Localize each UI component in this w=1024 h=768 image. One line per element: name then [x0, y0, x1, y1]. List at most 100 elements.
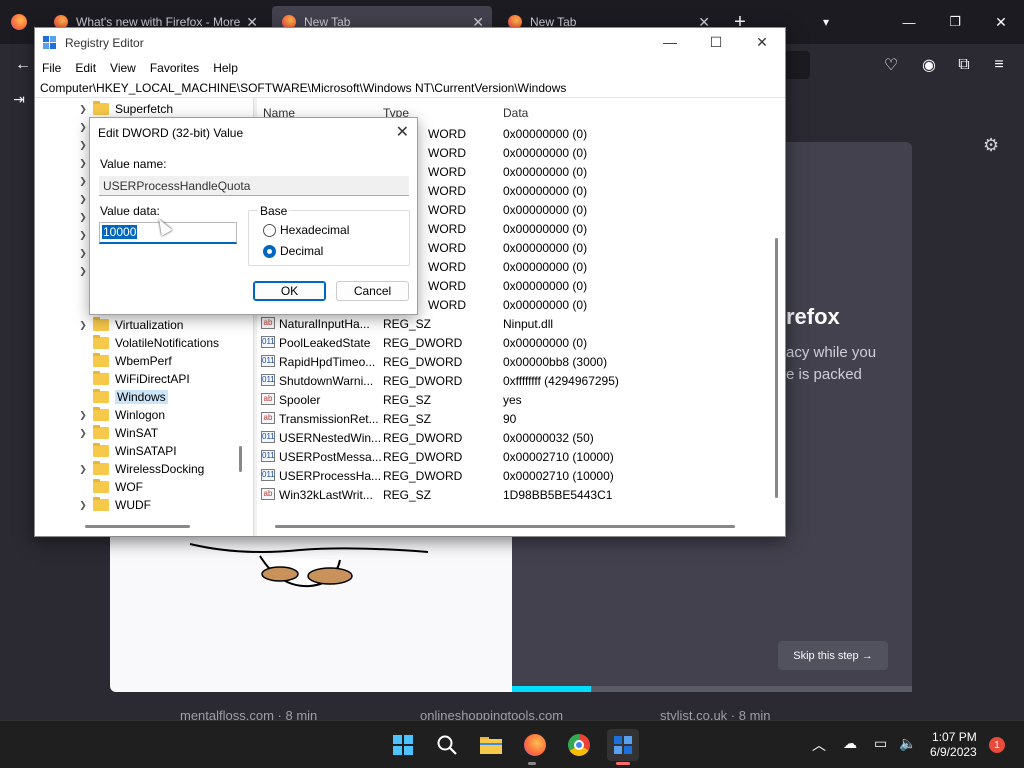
table-row[interactable]: ab Spooler REG_SZ yes [257, 391, 777, 410]
tree-item-winlogon[interactable]: ❯ Winlogon [35, 406, 165, 424]
onedrive-icon[interactable]: ☁ [843, 735, 857, 752]
menu-favorites[interactable]: Favorites [143, 61, 206, 75]
table-row[interactable]: ab TransmissionRet... REG_SZ 90 [257, 410, 777, 429]
onboarding-progress-track [591, 686, 912, 692]
tree-item-wudf[interactable]: ❯ WUDF [35, 496, 151, 514]
gear-icon[interactable]: ⚙ [983, 135, 999, 156]
table-row[interactable]: ab Win32kLastWrit... REG_SZ 1D98BB5BE5443C1 [257, 486, 777, 505]
value-data: 0x00000000 (0) [503, 241, 588, 255]
pocket-icon[interactable]: ♡ [880, 54, 902, 76]
value-data: Ninput.dll [503, 317, 554, 331]
close-window-button[interactable]: ✕ [739, 28, 785, 56]
start-button[interactable] [389, 731, 417, 759]
clock[interactable]: 1:07 PM 6/9/2023 [930, 730, 977, 760]
onboarding-subtitle-line: acy while you [786, 344, 877, 361]
cancel-button[interactable]: Cancel [336, 281, 409, 301]
folder-icon [93, 407, 109, 421]
chevron-right-icon[interactable]: ❯ [75, 500, 91, 511]
extensions-icon[interactable]: ⧉ [953, 54, 975, 76]
value-data-text: 10000 [102, 225, 138, 239]
tree-item-volatilenotifications[interactable]: VolatileNotifications [35, 334, 219, 352]
address-bar[interactable]: Computer\HKEY_LOCAL_MACHINE\SOFTWARE\Mic… [35, 78, 785, 98]
volume-icon[interactable]: 🔈 [899, 735, 916, 752]
radio-checked-icon [263, 244, 276, 258]
tree-horizontal-scrollbar[interactable] [85, 525, 190, 528]
values-horizontal-scrollbar[interactable] [275, 525, 735, 528]
chrome-taskbar-button[interactable] [565, 731, 593, 759]
registry-editor-app-icon [43, 36, 57, 50]
value-data: 0x00000032 (50) [503, 431, 594, 445]
list-all-tabs-icon[interactable]: ▾ [815, 11, 837, 33]
column-header-data[interactable]: Data [503, 102, 528, 124]
decimal-radio[interactable]: Decimal [263, 244, 323, 258]
table-row[interactable]: ab NaturalInputHa... REG_SZ Ninput.dll [257, 315, 777, 334]
registry-editor-titlebar[interactable]: Registry Editor — ☐ ✕ [35, 28, 785, 58]
value-type: REG_DWORD [383, 469, 463, 483]
table-row[interactable]: 011 ShutdownWarni... REG_DWORD 0xffffffff (… [257, 372, 777, 391]
values-vertical-scrollbar[interactable] [775, 238, 778, 498]
menu-edit[interactable]: Edit [68, 61, 103, 75]
search-icon [437, 735, 457, 755]
table-row[interactable]: 011 USERPostMessa... REG_DWORD 0x00002710 (… [257, 448, 777, 467]
chevron-right-icon[interactable]: ❯ [75, 410, 91, 421]
minimize-button[interactable]: — [647, 28, 693, 56]
value-data: 0x00000000 (0) [503, 165, 588, 179]
tree-item-superfetch[interactable]: ❯ Superfetch [35, 100, 173, 118]
hexadecimal-radio[interactable]: Hexadecimal [263, 223, 349, 237]
menu-view[interactable]: View [103, 61, 143, 75]
value-name-field[interactable]: USERProcessHandleQuota [99, 176, 409, 196]
search-button[interactable] [433, 731, 461, 759]
value-name: Win32kLastWrit... [279, 488, 373, 502]
value-type: REG_SZ [383, 488, 432, 502]
value-data: 0x00000bb8 (3000) [503, 355, 608, 369]
folder-icon [93, 371, 109, 385]
value-data: yes [503, 393, 522, 407]
clock-time: 1:07 PM [932, 730, 977, 744]
chevron-right-icon[interactable]: ❯ [75, 428, 91, 439]
network-icon[interactable]: ▭ [874, 735, 887, 752]
tree-item-winsatapi[interactable]: WinSATAPI [35, 442, 177, 460]
registry-editor-taskbar-button[interactable] [607, 729, 639, 761]
folder-icon [93, 317, 109, 331]
close-window-button[interactable]: ✕ [990, 11, 1012, 33]
tree-item-wirelessdocking[interactable]: ❯ WirelessDocking [35, 460, 204, 478]
tree-item-windows[interactable]: Windows [35, 388, 168, 406]
app-menu-icon[interactable]: ≡ [988, 54, 1010, 76]
value-data: 0x00000000 (0) [503, 127, 588, 141]
table-row[interactable]: 011 USERNestedWin... REG_DWORD 0x00000032 (… [257, 429, 777, 448]
menu-file[interactable]: File [35, 61, 68, 75]
table-row[interactable]: 011 PoolLeakedState REG_DWORD 0x00000000 (0… [257, 334, 777, 353]
maximize-button[interactable]: ☐ [693, 28, 739, 56]
value-name: USERNestedWin... [279, 431, 382, 445]
back-icon[interactable]: ← [12, 54, 34, 76]
chevron-right-icon[interactable]: ❯ [75, 320, 91, 331]
maximize-button[interactable]: ❐ [944, 11, 966, 33]
chevron-right-icon[interactable]: ❯ [75, 104, 91, 115]
tree-item-wof[interactable]: WOF [35, 478, 143, 496]
table-row[interactable]: 011 RapidHpdTimeo... REG_DWORD 0x00000bb8 (… [257, 353, 777, 372]
file-explorer-button[interactable] [477, 731, 505, 759]
tree-item-virtualization[interactable]: ❯ Virtualization [35, 316, 183, 334]
table-row[interactable]: 011 USERProcessHa... REG_DWORD 0x00002710 (… [257, 467, 777, 486]
onboarding-subtitle-line: e is packed [786, 366, 862, 383]
notification-badge[interactable]: 1 [989, 737, 1005, 753]
show-hidden-icons-button[interactable]: ︿ [812, 735, 826, 755]
firefox-menu-icon[interactable] [8, 11, 30, 33]
account-icon[interactable]: ◉ [918, 54, 940, 76]
close-icon[interactable]: ✕ [396, 122, 409, 142]
skip-step-button[interactable]: Skip this step → [778, 641, 888, 670]
tree-item-label: Virtualization [115, 318, 184, 332]
tree-item-winsat[interactable]: ❯ WinSAT [35, 424, 158, 442]
sign-in-icon[interactable]: ⇥ [8, 88, 30, 110]
registry-editor-icon [614, 736, 632, 754]
tree-item-wifidirectapi[interactable]: WiFiDirectAPI [35, 370, 190, 388]
running-indicator [528, 762, 536, 765]
firefox-taskbar-button[interactable] [521, 731, 549, 759]
tree-item-wbemperf[interactable]: WbemPerf [35, 352, 172, 370]
ok-button[interactable]: OK [253, 281, 326, 301]
menu-help[interactable]: Help [206, 61, 245, 75]
tree-vertical-scrollbar[interactable] [239, 446, 242, 472]
minimize-button[interactable]: — [898, 11, 920, 33]
chevron-right-icon[interactable]: ❯ [75, 464, 91, 475]
dword-value-icon: 011 [261, 431, 275, 443]
